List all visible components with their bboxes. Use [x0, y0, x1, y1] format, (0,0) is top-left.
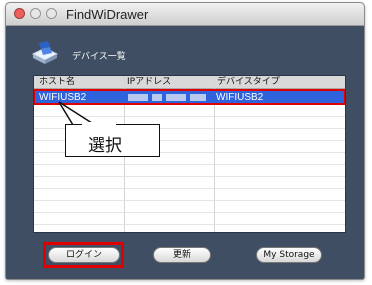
- redacted-ip: [128, 94, 148, 101]
- column-header-type[interactable]: デバイスタイプ: [217, 76, 280, 87]
- device-list-icon: [31, 41, 59, 64]
- minimize-window-button[interactable]: [30, 8, 41, 19]
- callout-text: 選択: [88, 136, 122, 156]
- table-header: ホスト名 IPアドレス デバイスタイプ: [34, 76, 345, 89]
- table-row[interactable]: [34, 201, 345, 213]
- redacted-ip: [190, 94, 206, 101]
- zoom-window-button[interactable]: [46, 8, 57, 19]
- close-window-button[interactable]: [14, 8, 25, 19]
- refresh-button[interactable]: 更新: [153, 247, 211, 263]
- redacted-ip: [166, 94, 186, 101]
- annotation-callout: 選択: [65, 124, 160, 157]
- column-header-host[interactable]: ホスト名: [39, 76, 75, 87]
- title-bar: FindWiDrawer: [6, 3, 364, 26]
- column-header-ip[interactable]: IPアドレス: [127, 76, 171, 87]
- device-list-label: デバイス一覧: [72, 52, 126, 62]
- table-row[interactable]: [34, 165, 345, 177]
- table-row[interactable]: [34, 189, 345, 201]
- table-row[interactable]: [34, 213, 345, 225]
- window-title: FindWiDrawer: [66, 7, 149, 22]
- redacted-ip: [152, 94, 162, 101]
- table-row[interactable]: [34, 177, 345, 189]
- callout-joint: [82, 122, 116, 126]
- cell-type: WIFIUSB2: [216, 92, 264, 103]
- login-highlight: [43, 242, 124, 268]
- my-storage-button[interactable]: My Storage: [256, 247, 322, 263]
